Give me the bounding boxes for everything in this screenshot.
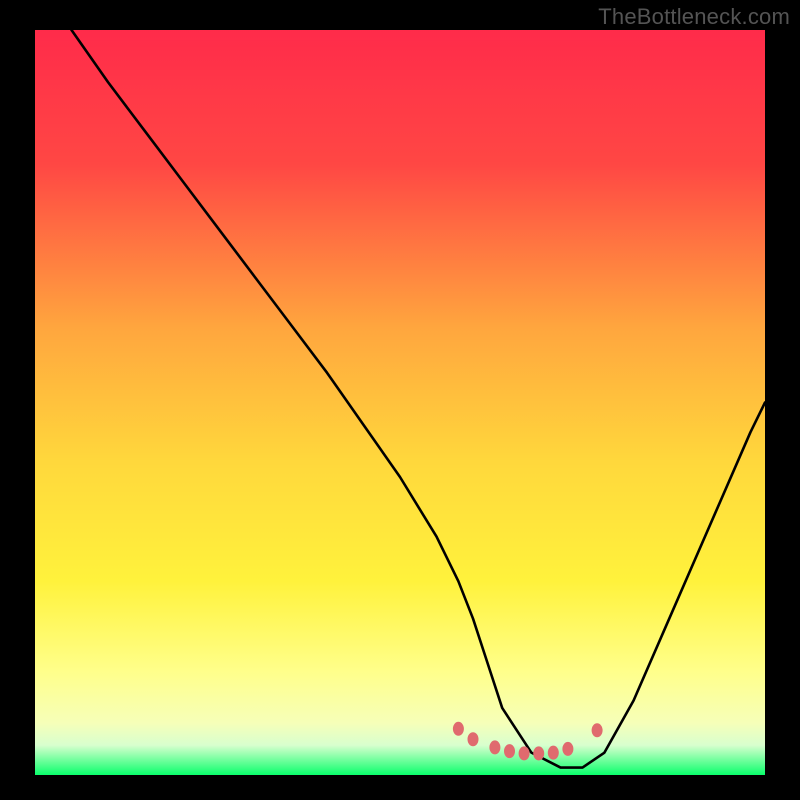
marker-point: [504, 744, 515, 758]
marker-point: [489, 740, 500, 754]
marker-point: [453, 722, 464, 736]
marker-point: [592, 723, 603, 737]
plot-area: [35, 30, 765, 775]
chart-container: TheBottleneck.com: [0, 0, 800, 800]
watermark-text: TheBottleneck.com: [598, 4, 790, 30]
marker-point: [548, 746, 559, 760]
marker-point: [562, 742, 573, 756]
bottleneck-chart: [35, 30, 765, 775]
marker-point: [519, 746, 530, 760]
marker-point: [468, 732, 479, 746]
marker-point: [533, 746, 544, 760]
gradient-background: [35, 30, 765, 775]
